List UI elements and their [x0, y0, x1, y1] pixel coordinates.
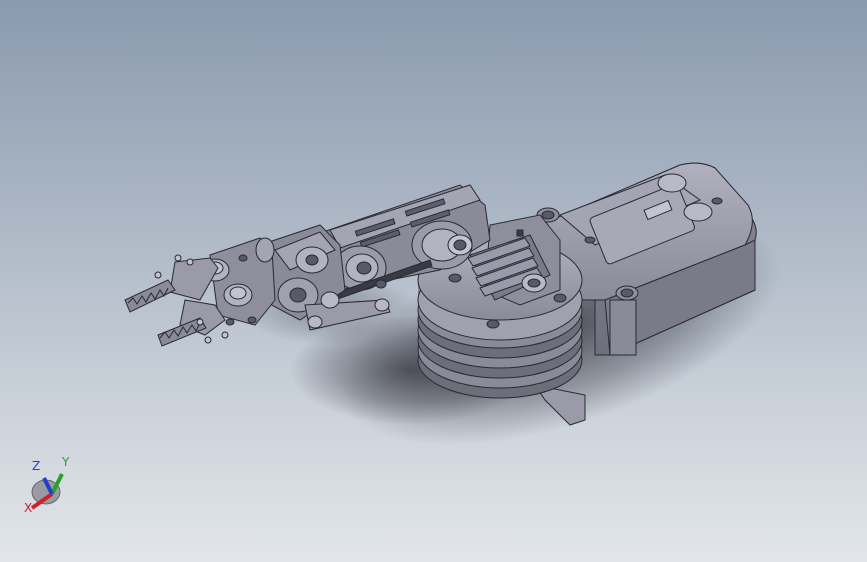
upper-jaw[interactable] — [124, 279, 176, 313]
gripper[interactable] — [124, 254, 229, 347]
y-axis-label: Y — [61, 455, 70, 469]
z-axis-label: Z — [32, 459, 40, 473]
x-axis-label: X — [24, 501, 32, 515]
coordinate-triad[interactable]: X Y Z — [18, 452, 88, 522]
robot-arm-model[interactable] — [0, 0, 867, 562]
graphics-viewport[interactable]: X Y Z — [0, 0, 867, 562]
